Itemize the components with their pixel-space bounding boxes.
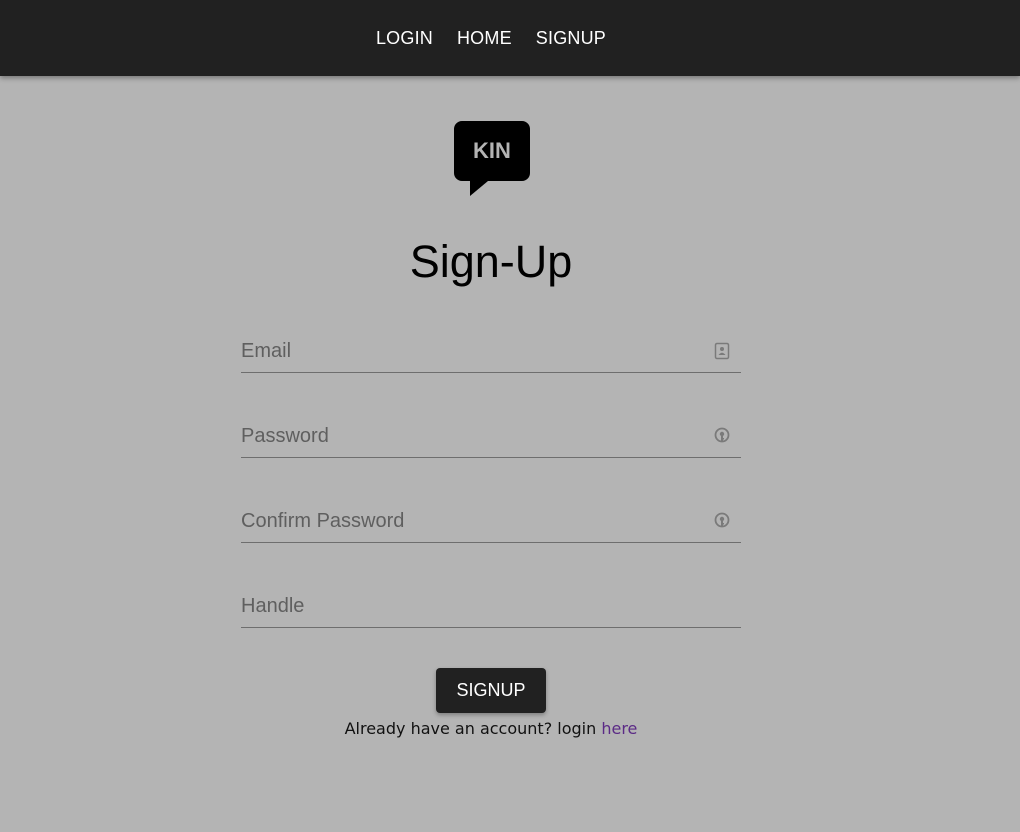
logo-text: KIN (473, 138, 511, 163)
confirm-password-input[interactable] (241, 502, 701, 540)
key-icon (714, 427, 730, 443)
handle-input[interactable] (241, 587, 701, 625)
nav-signup-link[interactable]: SIGNUP (524, 22, 618, 55)
page-title: Sign-Up (409, 236, 573, 287)
top-navbar: LOGIN HOME SIGNUP (0, 0, 1020, 76)
password-field-container (241, 417, 741, 458)
password-input[interactable] (241, 417, 701, 455)
nav-links: LOGIN HOME SIGNUP (364, 22, 618, 55)
confirm-password-field-container (241, 502, 741, 543)
nav-home-link[interactable]: HOME (445, 22, 524, 55)
contact-card-icon (714, 342, 730, 360)
nav-login-link[interactable]: LOGIN (364, 22, 445, 55)
email-input[interactable] (241, 332, 701, 370)
key-icon (714, 512, 730, 528)
handle-field-container (241, 587, 741, 628)
kin-logo: KIN (454, 121, 530, 196)
login-prompt: Already have an account? login here (0, 719, 982, 738)
email-field-container (241, 332, 741, 373)
signup-page: KIN Sign-Up SIGNUP Already have an accou… (0, 76, 1020, 832)
login-prompt-text: Already have an account? login (344, 719, 602, 738)
login-here-link[interactable]: here (601, 719, 637, 738)
signup-button[interactable]: SIGNUP (436, 668, 546, 713)
